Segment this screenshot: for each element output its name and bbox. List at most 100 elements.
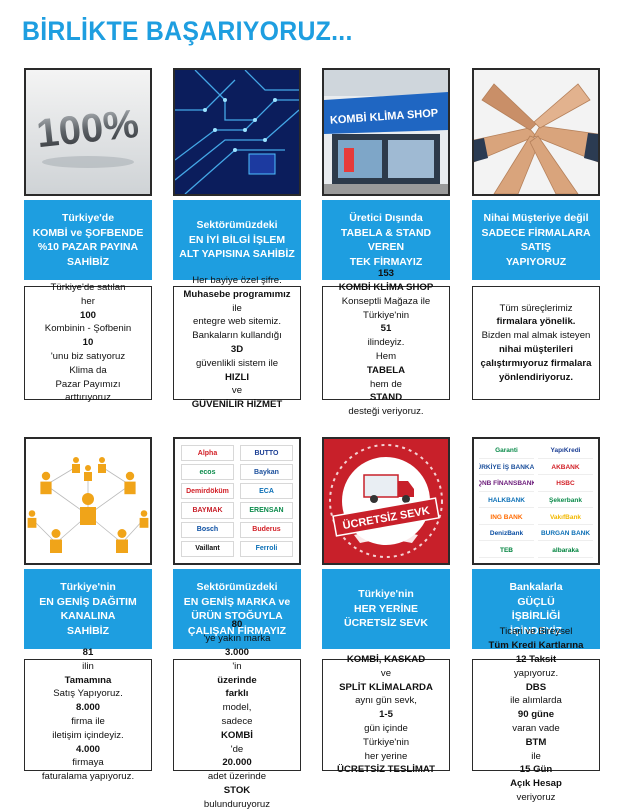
bank-logo: DenizBank [479,527,534,542]
page-title: BİRLİKTE BAŞARIYORUZ... [22,16,353,46]
bank-logo: HSBC [538,477,593,492]
card-heading: Türkiye'nin HER YERİNE ÜCRETSİZ SEVK [322,569,450,649]
description-line: Pazar Payımızı [55,378,121,390]
description-line: her 100 [79,295,96,321]
description-line: 10'unu biz satıyoruz [50,337,126,362]
description-line: 153 [377,268,394,280]
card-description: 80'ye yakın marka 3.000'in üzerinde farklı… [173,619,301,810]
description-line: Türkiye'nin [362,736,410,748]
description-line: Açık Hesap veriyoruz [510,778,562,803]
description-line: bulunduruyoruz [203,798,271,810]
description-line: ve SPLİT KLİMALARDA [339,667,433,693]
description-line: 20.000 adet üzerinde [207,757,267,783]
description-line: 12 Taksit yapıyoruz. [513,653,559,679]
description-line: HIZLI ve [225,371,249,397]
bank-logo: HALKBANK [479,494,534,509]
photo-brand-logos: Alpha BUTTO ecos Baykan Demirdöküm ECA BAYMAK E… [173,437,301,565]
bank-logo: YapıKredi [538,444,593,459]
card-description: Türkiye'de satılan her 100 Kombinin - Şofb… [24,282,152,403]
bank-logo: albaraka [538,543,593,558]
description-line: faturalama yapıyoruz. [41,771,135,783]
description-line: KOMBİ, KASKAD [346,653,426,665]
description-line: iletişim içindeyiz. [52,729,124,741]
photo-store-front: KOMBİ KLİMA SHOP [322,68,450,196]
description-line: 8.000 firma ile [71,702,105,727]
photo-free-shipping-badge: ÜCRETSİZ SEVK [322,437,450,565]
photo-circuit-board [173,68,301,196]
brand-logo: Demirdöküm [181,483,234,500]
photo-network-people [24,437,152,565]
description-line: 81 ilin Tamamına [64,647,112,686]
bank-logo: Garanti [479,444,534,459]
brand-logo: ERENSAN [240,502,293,519]
description-line: firmalara yönelik. [496,316,576,328]
photo-100-percent: 100% [24,68,152,196]
description-line: entegre web sitemiz. [193,316,281,328]
photo-team-hands [472,68,600,196]
description-line: ÜCRETSİZ TESLİMAT [337,764,435,776]
description-line: 4.000 firmaya [72,743,104,769]
description-line: Ticari ve Bireysel [499,626,573,638]
brand-logo: ecos [181,464,234,481]
description-line: 90 güne varan vade [512,709,560,734]
card-description: 153 KOMBİ KLİMA SHOP Konseptli Mağaza ile T… [322,268,450,417]
card-heading: Türkiye'nin EN GENİŞ DAĞITIM KANALINA SA… [24,569,152,649]
brand-logo-grid: Alpha BUTTO ecos Baykan Demirdöküm ECA BAYMAK E… [175,439,299,563]
description-line: BTM ile 15 Gün [519,736,553,776]
brand-logo: Baykan [240,464,293,481]
description-line: STOK [223,784,251,796]
description-line: 1-5 gün içinde [364,709,408,734]
card-heading: Türkiye'de KOMBİ ve ŞOFBENDE %10 PAZAR P… [24,200,152,280]
bank-logo: BURGAN BANK [538,527,593,542]
description-line: çalıştırmıyoruz firmalara [480,357,592,369]
card-heading: Nihai Müşteriye değil SADECE FİRMALARA S… [472,200,600,280]
card-heading: Sektörümüzdeki EN İYİ BİLGİ İŞLEM ALT YA… [173,200,301,280]
description-line: GÜVENİLİR HİZMET [191,399,283,411]
bank-logo: QNB FİNANSBANK [479,477,534,492]
card-description: KOMBİ, KASKAD ve SPLİT KLİMALARDA aynı gün… [322,654,450,775]
description-line: Kombinin - Şofbenin [44,323,132,335]
description-line: güvenlikli sistem ile [195,357,279,369]
description-line: Bankaların kullandığı 3D [192,330,282,355]
description-line: Satış Yapıyoruz. [53,688,123,700]
description-line: Muhasebe programımız ile [183,288,291,314]
card-description: 81 ilin Tamamına Satış Yapıyoruz. 8.000 fi… [24,647,152,782]
description-line: Tüm süreçlerimiz [499,302,573,314]
card-description: Ticari ve Bireysel Tüm Kredi Kartlarına 12… [472,626,600,803]
description-line: Türkiye'de satılan [50,281,126,293]
description-line: Konseptli Mağaza ile [341,295,431,307]
description-line: nihai müşterileri [498,344,574,355]
bank-logo-grid: Garanti YapıKredi TÜRKİYE İŞ BANKASI AKBANK… [474,439,598,563]
photo-bank-logos: Garanti YapıKredi TÜRKİYE İŞ BANKASI AKBANK… [472,437,600,565]
brand-logo: Ferroli [240,540,293,557]
description-line: farklı model, [222,688,252,714]
brand-logo: Vaillant [181,540,234,557]
brand-logo: BUTTO [240,445,293,462]
description-line: Tüm Kredi Kartlarına [488,640,584,652]
bank-logo: TÜRKİYE İŞ BANKASI [479,461,534,476]
description-line: aynı gün sevk, [355,695,417,707]
description-line: KOMBİ KLİMA SHOP [338,281,434,293]
card-description: Her bayiye özel şifre. Muhasebe programım… [173,275,301,410]
description-line: Klima da [69,364,107,376]
brand-logo: ECA [240,483,293,500]
description-line: Türkiye'nin 51 ilindeyiz. [362,309,410,349]
description-line: arttırıyoruz [65,392,111,404]
description-line: her yerine [364,750,408,762]
brand-logo: BAYMAK [181,502,234,519]
brand-logo: Buderus [240,521,293,538]
description-line: Her bayiye özel şifre. [192,275,282,287]
brand-logo: Bosch [181,521,234,538]
card-description: Tüm süreçlerimiz firmalara yönelik. Bizden… [472,286,600,400]
description-line: desteği veriyoruz. [348,406,424,418]
bank-logo: ING BANK [479,510,534,525]
bank-logo: Şekerbank [538,494,593,509]
description-line: DBS ile alımlarda [510,681,562,707]
bank-logo: AKBANK [538,461,593,476]
brand-logo: Alpha [181,445,234,462]
description-line: hem de STAND [369,378,403,404]
description-line: 80'ye yakın marka [203,619,271,645]
bank-logo: VakıfBank [538,510,593,525]
description-line: sadece KOMBİ'de [221,716,253,755]
description-line: yönlendiriyoruz. [498,371,574,383]
